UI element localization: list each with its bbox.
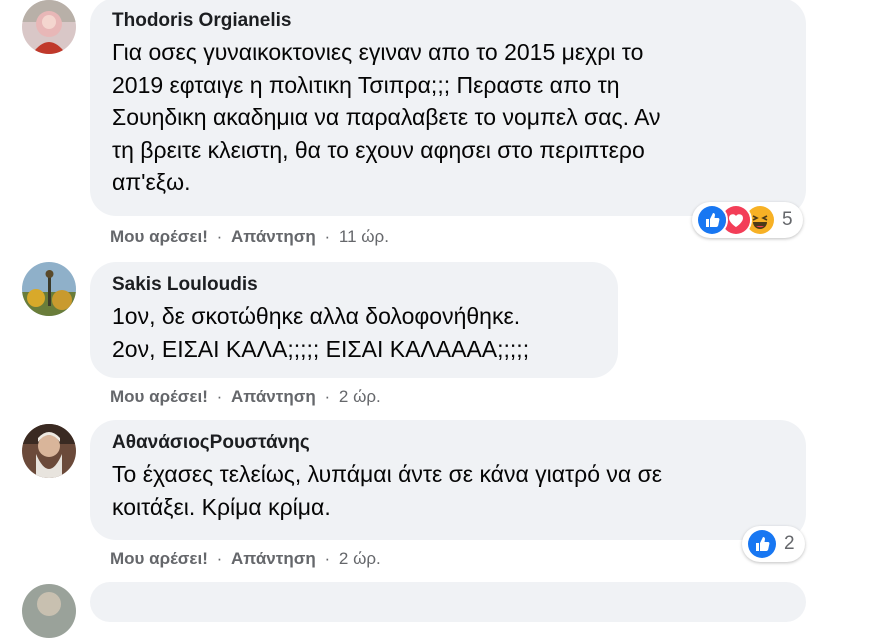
comment-author[interactable]: Sakis Louloudis <box>112 272 596 298</box>
comment-bubble <box>90 582 806 622</box>
separator: · <box>216 549 223 568</box>
comment-actions: Μου αρέσει! · Απάντηση · 2 ώρ. <box>110 386 381 408</box>
reply-link[interactable]: Απάντηση <box>231 227 316 246</box>
like-link[interactable]: Μου αρέσει! <box>110 549 208 568</box>
reactions-summary[interactable]: 2 <box>742 526 805 562</box>
separator: · <box>324 227 331 246</box>
like-icon <box>746 528 778 560</box>
avatar[interactable] <box>22 584 76 638</box>
comment-text-line: Για οσες γυναικοκτονιες εγιναν απο το 20… <box>112 39 644 65</box>
comment-text-line: Το έχασες τελείως, λυπάμαι άντε σε κάνα … <box>112 461 663 487</box>
comment-text-line: 2019 εφταιγε η πολιτικη Τσιπρα;;; Περαστ… <box>112 71 620 98</box>
comment-text-line: Σουηδικη ακαδημια να παραλαβετε το νομπε… <box>112 104 661 130</box>
comment-bubble: Sakis Louloudis 1ον, δε σκοτώθηκε αλλα δ… <box>90 262 618 378</box>
comment-actions: Μου αρέσει! · Απάντηση · 2 ώρ. <box>110 548 381 570</box>
comment-timestamp[interactable]: 2 ώρ. <box>339 549 381 568</box>
comment-text: Για οσες γυναικοκτονιες εγιναν απο το 20… <box>112 36 784 199</box>
comment-text-line: 1ον, δε σκοτώθηκε αλλα δολοφονήθηκε. <box>112 303 521 329</box>
comment-bubble: ΑθανάσιοςΡουστάνης Το έχασες τελείως, λυ… <box>90 420 806 540</box>
comment-timestamp[interactable]: 11 ώρ. <box>339 227 389 246</box>
comment-text: Το έχασες τελείως, λυπάμαι άντε σε κάνα … <box>112 458 784 523</box>
separator: · <box>216 387 223 406</box>
reply-link[interactable]: Απάντηση <box>231 549 316 568</box>
reactions-summary[interactable]: 5 <box>692 202 803 238</box>
reaction-count: 2 <box>784 533 795 554</box>
like-link[interactable]: Μου αρέσει! <box>110 387 208 406</box>
reaction-count: 5 <box>782 209 793 230</box>
separator: · <box>324 549 331 568</box>
avatar[interactable] <box>22 0 76 54</box>
reply-link[interactable]: Απάντηση <box>231 387 316 406</box>
comment-author[interactable]: ΑθανάσιοςΡουστάνης <box>112 430 784 456</box>
comment-actions: Μου αρέσει! · Απάντηση · 11 ώρ. <box>110 226 389 248</box>
comment-text: 1ον, δε σκοτώθηκε αλλα δολοφονήθηκε. 2ον… <box>112 300 596 365</box>
comment-text-line: απ'εξω. <box>112 169 191 195</box>
separator: · <box>324 387 331 406</box>
like-icon <box>696 204 728 236</box>
separator: · <box>216 227 223 246</box>
comment-text-line: κοιτάξει. Κρίμα κρίμα. <box>112 493 331 520</box>
comment-text-line: τη βρειτε κλειστη, θα το εχουν αφησει στ… <box>112 136 645 163</box>
comment-author[interactable]: Thodoris Orgianelis <box>112 8 784 34</box>
avatar[interactable] <box>22 424 76 478</box>
comment-bubble: Thodoris Orgianelis Για οσες γυναικοκτον… <box>90 0 806 216</box>
avatar[interactable] <box>22 262 76 316</box>
like-link[interactable]: Μου αρέσει! <box>110 227 208 246</box>
comment-text-line: 2ον, ΕΙΣΑΙ ΚΑΛΑ;;;;; ΕΙΣΑΙ ΚΑΛΑΑΑΑ;;;;; <box>112 335 530 362</box>
comment-timestamp[interactable]: 2 ώρ. <box>339 387 381 406</box>
